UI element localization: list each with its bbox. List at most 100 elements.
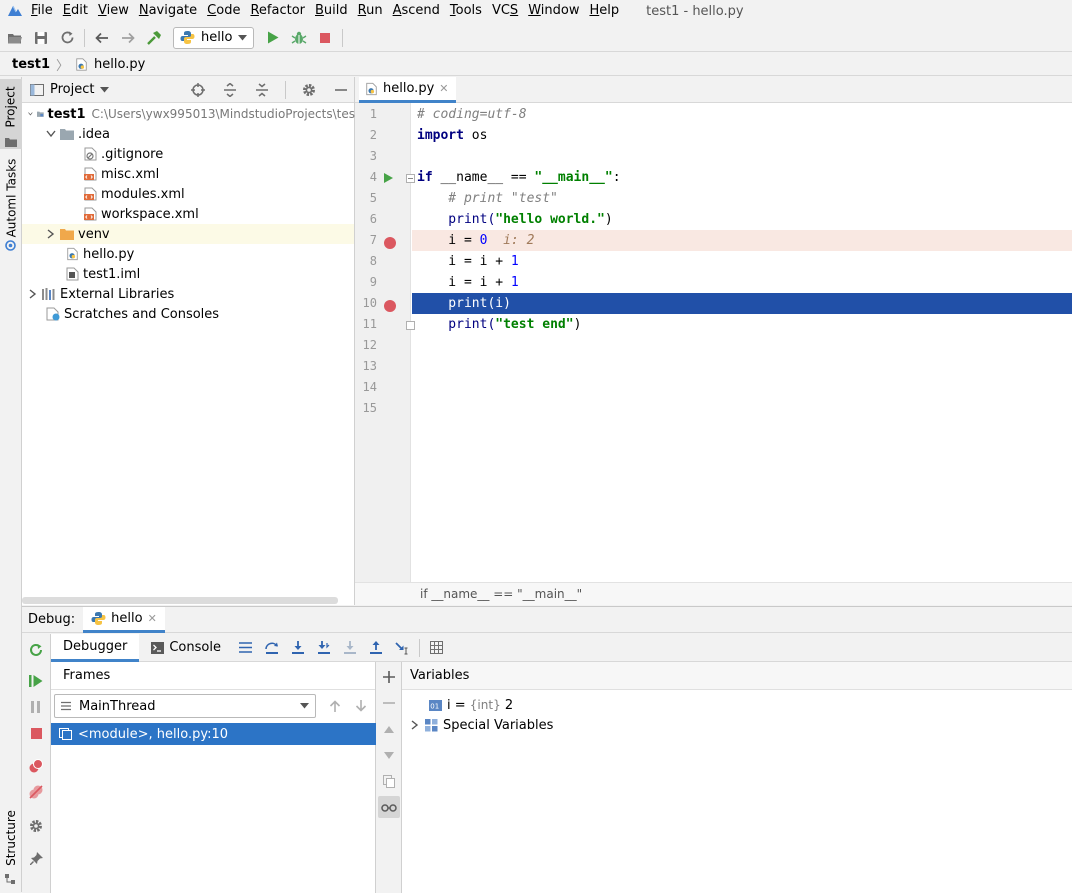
debug-settings-button[interactable] bbox=[25, 815, 47, 837]
tree-item-modules-xml[interactable]: modules.xml bbox=[84, 184, 185, 204]
editor-breadcrumb[interactable]: if __name__ == "__main__" bbox=[355, 582, 1072, 605]
navigate-forward-button[interactable] bbox=[115, 26, 141, 50]
step-over-button[interactable] bbox=[259, 636, 285, 660]
code-line-8[interactable]: i = i + 1 bbox=[412, 251, 1072, 272]
expand-all-button[interactable] bbox=[217, 78, 243, 102]
tree-item-misc-xml[interactable]: misc.xml bbox=[84, 164, 159, 184]
menu-navigate[interactable]: Navigate bbox=[134, 1, 202, 21]
copy-watch-button[interactable] bbox=[378, 770, 400, 792]
locate-file-button[interactable] bbox=[185, 78, 211, 102]
menu-tools[interactable]: Tools bbox=[445, 1, 487, 21]
tool-tab-project[interactable]: Project bbox=[0, 79, 22, 149]
editor-tab-hello-py[interactable]: hello.py ✕ bbox=[359, 77, 457, 103]
code-line-6[interactable]: print("hello world.") bbox=[412, 209, 1072, 230]
synchronize-button[interactable] bbox=[54, 26, 80, 50]
tree-item-external-libraries[interactable]: External Libraries bbox=[28, 284, 174, 304]
stop-button[interactable] bbox=[312, 26, 338, 50]
step-into-button[interactable] bbox=[285, 636, 311, 660]
menu-view[interactable]: View bbox=[93, 1, 134, 21]
code-line-9[interactable]: i = i + 1 bbox=[412, 272, 1072, 293]
menu-file[interactable]: File bbox=[26, 1, 58, 21]
code-line-5[interactable]: # print "test" bbox=[412, 188, 1072, 209]
code-line-10-current[interactable]: print(i) bbox=[412, 293, 1072, 314]
code-line-11[interactable]: print("test end") bbox=[412, 314, 1072, 335]
menu-refactor[interactable]: Refactor bbox=[245, 1, 310, 21]
tree-item-idea[interactable]: .idea bbox=[46, 124, 110, 144]
remove-watch-button[interactable] bbox=[378, 692, 400, 714]
step-into-my-code-button[interactable] bbox=[311, 636, 337, 660]
breadcrumb-file[interactable]: hello.py bbox=[94, 57, 145, 72]
project-panel-title[interactable]: Project bbox=[50, 82, 94, 97]
tree-item-gitignore[interactable]: .gitignore bbox=[84, 144, 163, 164]
code-line-4[interactable]: if __name__ == "__main__": bbox=[412, 167, 1072, 188]
new-watch-button[interactable] bbox=[378, 666, 400, 688]
breadcrumb-project[interactable]: test1 bbox=[12, 57, 50, 72]
hide-panel-button[interactable] bbox=[328, 78, 354, 102]
tree-item-hello-py[interactable]: hello.py bbox=[66, 244, 134, 264]
resume-button[interactable] bbox=[25, 670, 47, 692]
tree-item-test1[interactable]: test1 C:\Users\ywx995013\MindstudioProje… bbox=[28, 104, 355, 124]
code-line-2[interactable]: import os bbox=[412, 125, 1072, 146]
tab-console[interactable]: Console bbox=[139, 634, 233, 662]
next-frame-button[interactable] bbox=[348, 694, 374, 718]
step-into-icon bbox=[291, 640, 304, 654]
menu-vcs[interactable]: VCS bbox=[487, 1, 523, 21]
menu-window[interactable]: Window bbox=[523, 1, 584, 21]
collapse-all-button[interactable] bbox=[249, 78, 275, 102]
tree-item-workspace-xml[interactable]: workspace.xml bbox=[84, 204, 199, 224]
xml-file-icon bbox=[84, 167, 97, 181]
menu-build[interactable]: Build bbox=[310, 1, 353, 21]
breakpoint-icon[interactable] bbox=[384, 237, 396, 249]
pin-tab-button[interactable] bbox=[25, 847, 47, 869]
code-line-7[interactable]: i = 0 i: 2 bbox=[412, 230, 1072, 251]
code-line-3[interactable] bbox=[412, 146, 1072, 167]
step-out-button[interactable] bbox=[363, 636, 389, 660]
horizontal-scrollbar[interactable] bbox=[22, 597, 338, 604]
tree-item-test1-iml[interactable]: test1.iml bbox=[66, 264, 140, 284]
frame-item-selected[interactable]: <module>, hello.py:10 bbox=[51, 723, 376, 745]
run-button[interactable] bbox=[260, 26, 286, 50]
breakpoint-icon[interactable] bbox=[384, 300, 396, 312]
run-gutter-icon[interactable] bbox=[384, 173, 393, 183]
run-configuration-select[interactable]: hello bbox=[173, 26, 255, 49]
move-watch-down-button[interactable] bbox=[378, 744, 400, 766]
tool-tab-structure[interactable]: Structure bbox=[0, 805, 22, 885]
run-to-cursor-button[interactable] bbox=[389, 636, 415, 660]
settings-button[interactable] bbox=[296, 78, 322, 102]
tab-debugger[interactable]: Debugger bbox=[51, 633, 140, 662]
pause-button[interactable] bbox=[25, 696, 47, 718]
close-icon[interactable]: ✕ bbox=[148, 612, 157, 625]
code-line-1[interactable]: # coding=utf-8 bbox=[412, 104, 1072, 125]
debug-session-tab[interactable]: hello ✕ bbox=[83, 606, 165, 633]
debug-button[interactable] bbox=[286, 26, 312, 50]
layout-menu-button[interactable] bbox=[233, 636, 259, 660]
variable-row[interactable]: 01 i = {int} 2 bbox=[429, 695, 513, 715]
move-watch-up-button[interactable] bbox=[378, 718, 400, 740]
tool-tab-automl[interactable]: Automl Tasks bbox=[0, 157, 22, 253]
navigate-back-button[interactable] bbox=[89, 26, 115, 50]
thread-select[interactable]: MainThread bbox=[54, 694, 316, 718]
evaluate-expression-button[interactable] bbox=[424, 636, 450, 660]
line-number: 12 bbox=[362, 338, 377, 352]
view-breakpoints-button[interactable] bbox=[25, 755, 47, 777]
save-all-button[interactable] bbox=[28, 26, 54, 50]
variable-row-special[interactable]: Special Variables bbox=[410, 715, 553, 735]
stop-button[interactable] bbox=[25, 722, 47, 744]
show-watches-button[interactable] bbox=[378, 796, 400, 818]
sync-icon bbox=[61, 31, 73, 44]
menu-edit[interactable]: Edit bbox=[58, 1, 93, 21]
previous-frame-button[interactable] bbox=[322, 694, 348, 718]
tree-item-scratches[interactable]: Scratches and Consoles bbox=[46, 304, 219, 324]
rerun-button[interactable] bbox=[25, 639, 47, 661]
menu-ascend[interactable]: Ascend bbox=[388, 1, 445, 21]
build-button[interactable] bbox=[141, 26, 167, 50]
open-folder-button[interactable] bbox=[2, 26, 28, 50]
mute-breakpoints-button[interactable] bbox=[25, 781, 47, 803]
force-step-into-button[interactable] bbox=[337, 636, 363, 660]
menu-help[interactable]: Help bbox=[584, 1, 624, 21]
editor-gutter[interactable]: 1 2 3 4 5 6 7 8 9 10 11 12 13 14 15 bbox=[355, 103, 415, 582]
close-icon[interactable]: ✕ bbox=[439, 82, 448, 95]
tree-item-venv[interactable]: venv bbox=[22, 224, 354, 244]
menu-code[interactable]: Code bbox=[202, 1, 245, 21]
menu-run[interactable]: Run bbox=[353, 1, 388, 21]
